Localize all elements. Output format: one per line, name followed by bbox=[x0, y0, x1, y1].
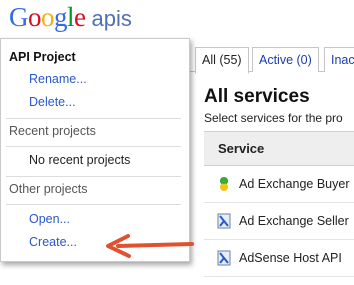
open-project-link[interactable]: Open... bbox=[29, 212, 70, 226]
services-panel: All (55) Active (0) Inac All services Se… bbox=[189, 39, 354, 285]
tab-all[interactable]: All (55) bbox=[195, 47, 249, 74]
menu-divider bbox=[6, 118, 181, 119]
table-row[interactable]: Ad Exchange Seller bbox=[204, 203, 354, 240]
tab-active[interactable]: Active (0) bbox=[252, 47, 319, 72]
page-subtitle: Select services for the pro bbox=[204, 111, 343, 125]
google-wordmark: Google bbox=[9, 2, 86, 32]
page-title: All services bbox=[204, 86, 310, 107]
other-projects-label: Other projects bbox=[9, 182, 88, 196]
no-recent-projects-text: No recent projects bbox=[29, 153, 131, 167]
delete-project-link[interactable]: Delete... bbox=[29, 95, 76, 109]
apis-wordmark: apis bbox=[91, 6, 132, 31]
create-project-link[interactable]: Create... bbox=[29, 235, 77, 249]
service-name: AdSense Host API bbox=[239, 251, 342, 265]
ad-exchange-buyer-icon bbox=[217, 176, 231, 192]
service-tabs: All (55) Active (0) Inac bbox=[189, 39, 354, 74]
table-row[interactable]: AdSense Host API bbox=[204, 240, 354, 277]
project-dropdown-menu: API Project Rename... Delete... Recent p… bbox=[0, 38, 190, 262]
column-header-service[interactable]: Service bbox=[204, 131, 354, 166]
service-name: Ad Exchange Buyer bbox=[239, 177, 350, 191]
ad-exchange-seller-icon bbox=[217, 213, 231, 229]
adsense-host-icon bbox=[217, 250, 231, 266]
current-project-title: API Project bbox=[9, 50, 76, 64]
menu-divider bbox=[6, 176, 181, 177]
recent-projects-label: Recent projects bbox=[9, 124, 96, 138]
table-row[interactable]: Ad Exchange Buyer bbox=[204, 166, 354, 203]
menu-divider bbox=[6, 146, 181, 147]
menu-divider bbox=[6, 204, 181, 205]
tab-inactive[interactable]: Inac bbox=[324, 47, 354, 72]
rename-project-link[interactable]: Rename... bbox=[29, 72, 87, 86]
service-name: Ad Exchange Seller bbox=[239, 214, 349, 228]
services-table: Service Ad Exchange Buyer Ad Exchange Se… bbox=[204, 131, 354, 277]
google-apis-logo: Google apis bbox=[9, 2, 132, 36]
